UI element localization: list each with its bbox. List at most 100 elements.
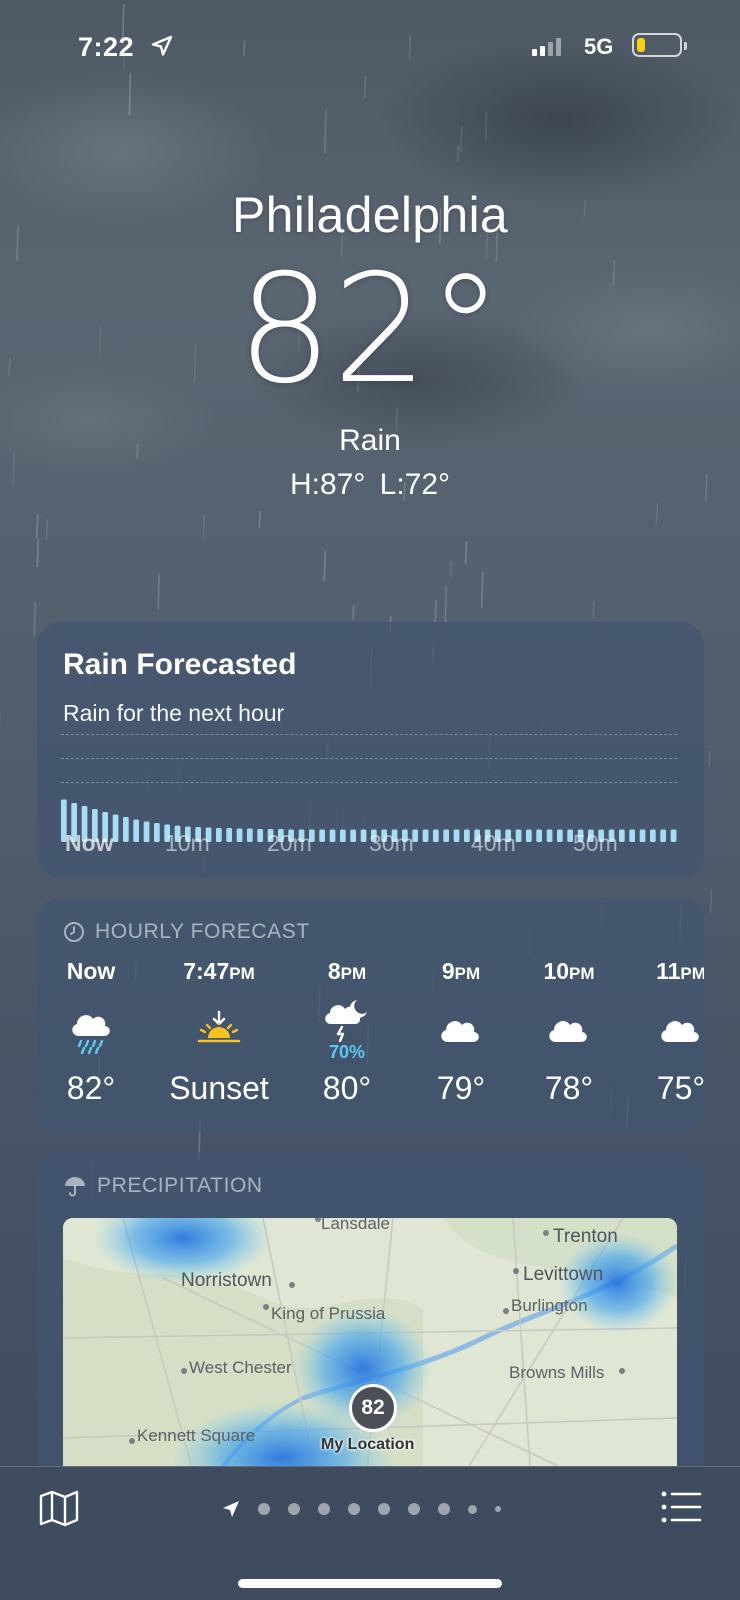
hour-temperature: 82°	[66, 1070, 116, 1106]
page-indicator[interactable]	[222, 1501, 501, 1517]
hourly-forecast-card[interactable]: HOURLY FORECAST Now 82° 7:47PM Sunset 8P…	[37, 898, 704, 1132]
map-label: Norristown	[181, 1270, 272, 1291]
precipitation-heading: PRECIPITATION	[63, 1174, 263, 1198]
chart-gridline	[61, 758, 677, 759]
map-label: Lansdale	[321, 1218, 391, 1233]
map-icon[interactable]	[38, 1487, 80, 1529]
location-arrow-icon	[223, 1501, 239, 1517]
page-dot	[438, 1503, 450, 1515]
precipitation-card[interactable]: PRECIPITATION Lansdale Trenton Norristow…	[37, 1152, 704, 1482]
rain-streak	[480, 571, 484, 609]
list-icon[interactable]	[660, 1489, 702, 1525]
battery-icon	[632, 33, 687, 57]
x-axis-label-30m: 30m	[369, 830, 414, 856]
cloud-icon	[621, 1004, 704, 1064]
sunset-icon	[159, 1004, 279, 1064]
bottom-toolbar	[0, 1466, 740, 1600]
hour-item: 9PM 79°	[401, 958, 521, 1128]
rain-chart-x-axis: Now 10m 20m 30m 40m 50m	[61, 830, 681, 860]
rain-streak	[258, 511, 262, 528]
page-dot	[288, 1503, 300, 1515]
rain-streak	[464, 541, 468, 565]
hour-temperature: 79°	[436, 1070, 486, 1106]
x-axis-label-now: Now	[65, 830, 114, 856]
hour-time: 8PM	[327, 958, 367, 984]
rain-streak	[36, 538, 40, 567]
rain-streak	[449, 560, 453, 578]
rain-streak	[157, 574, 160, 610]
map-dot	[263, 1304, 269, 1310]
rain-streak	[444, 586, 447, 624]
precipitation-label: PRECIPITATION	[97, 1174, 263, 1197]
hourly-forecast-list[interactable]: Now 82° 7:47PM Sunset 8PM 70% 80° 9PM 79…	[37, 958, 704, 1128]
rain-streak	[592, 601, 595, 619]
rain-streak	[35, 513, 39, 539]
x-axis-label-10m: 10m	[165, 830, 210, 856]
hour-temperature: Sunset	[169, 1070, 269, 1106]
hour-time: 7:47PM	[183, 958, 255, 984]
home-indicator[interactable]	[238, 1579, 502, 1588]
hour-time: 9PM	[441, 958, 481, 984]
hour-time: 11PM	[656, 958, 704, 984]
hour-temperature: 80°	[322, 1070, 372, 1106]
map-dot	[181, 1368, 187, 1374]
map-label: Kennett Square	[137, 1426, 256, 1445]
hour-time: 10PM	[543, 958, 595, 984]
rain-streak	[45, 519, 49, 541]
city-name: Philadelphia	[231, 187, 509, 243]
status-bar: 7:22 5G	[0, 26, 740, 66]
precipitation-map[interactable]: Lansdale Trenton Norristown Levittown Ki…	[63, 1218, 677, 1482]
map-label: Browns Mills	[509, 1363, 605, 1382]
rain-forecast-title: Rain Forecasted	[63, 648, 297, 681]
chart-gridline	[61, 734, 677, 735]
hour-temperature: 78°	[544, 1070, 594, 1106]
page-dot	[348, 1503, 360, 1515]
status-time: 7:22	[78, 32, 135, 62]
map-label: King of Prussia	[271, 1304, 386, 1323]
umbrella-icon	[65, 1177, 85, 1197]
rain-streak	[351, 605, 355, 620]
rain-streak	[323, 550, 327, 581]
map-label: West Chester	[189, 1358, 292, 1377]
hour-item: 11PM 75°	[621, 958, 704, 1128]
rain-streak	[434, 599, 437, 623]
cloud-rain-icon	[37, 1004, 151, 1064]
rain-streak	[484, 111, 488, 141]
hour-time: Now	[66, 958, 116, 984]
hourly-forecast-heading: HOURLY FORECAST	[63, 920, 310, 944]
rain-streak	[456, 145, 460, 162]
page-dot	[258, 1503, 270, 1515]
map-dot	[503, 1308, 509, 1314]
chart-gridline	[61, 782, 677, 783]
current-condition: Rain	[339, 424, 401, 457]
rain-forecast-card[interactable]: Rain Forecasted Rain for the next hour N…	[37, 622, 704, 878]
page-dot	[378, 1503, 390, 1515]
rain-streak	[202, 514, 206, 539]
map-label: Trenton	[553, 1226, 618, 1247]
network-type: 5G	[584, 34, 614, 59]
hour-temperature: 75°	[656, 1070, 704, 1106]
map-label: Burlington	[511, 1296, 588, 1315]
map-dot	[289, 1282, 295, 1288]
hour-item: 7:47PM Sunset	[159, 958, 279, 1128]
page-dot	[408, 1503, 420, 1515]
hour-item: Now 82°	[37, 958, 151, 1128]
hour-item: 8PM 70% 80°	[287, 958, 407, 1128]
cellular-signal-icon	[532, 38, 561, 56]
cloud-icon	[509, 1004, 629, 1064]
rain-streak	[709, 889, 713, 914]
hour-precip-chance: 70%	[328, 1042, 366, 1062]
hourly-forecast-label: HOURLY FORECAST	[95, 920, 310, 943]
rain-forecast-subtitle: Rain for the next hour	[63, 700, 285, 726]
x-axis-label-20m: 20m	[267, 830, 312, 856]
map-dot	[129, 1438, 135, 1444]
rain-streak	[460, 126, 463, 153]
my-location-pin[interactable]: 82	[349, 1384, 397, 1432]
page-dot	[318, 1503, 330, 1515]
rain-streak	[363, 75, 367, 99]
map-label: Levittown	[523, 1264, 604, 1285]
rain-streak	[128, 73, 132, 116]
current-temperature: 82°	[237, 243, 503, 417]
map-dot	[619, 1368, 625, 1374]
map-dot	[543, 1230, 549, 1236]
